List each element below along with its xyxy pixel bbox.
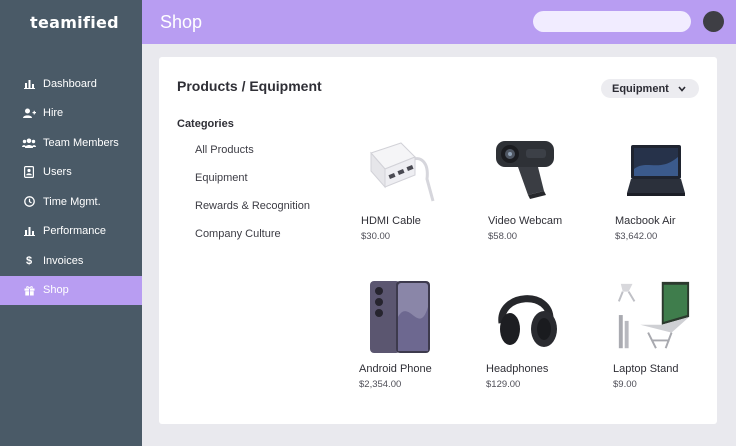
- product-name: Video Webcam: [488, 215, 563, 227]
- sidebar-item-label: Team Members: [43, 136, 119, 149]
- product-card-hdmi-cable[interactable]: HDMI Cable $30.00: [361, 129, 471, 242]
- sidebar-item-shop[interactable]: Shop: [0, 275, 142, 305]
- product-card-headphones[interactable]: Headphones $129.00: [486, 277, 596, 390]
- brand-logo[interactable]: teamified: [0, 0, 142, 44]
- clock-icon: [22, 195, 36, 209]
- product-price: $58.00: [488, 231, 518, 242]
- chart-icon: [22, 224, 36, 238]
- product-card-laptop-stand[interactable]: Laptop Stand $9.00: [613, 277, 723, 390]
- gift-icon: [22, 283, 36, 297]
- sidebar-item-time-mgmt[interactable]: Time Mgmt.: [0, 187, 142, 217]
- sidebar-item-users[interactable]: Users: [0, 158, 142, 188]
- product-image-laptop: [615, 129, 695, 209]
- product-card-macbook-air[interactable]: Macbook Air $3,642.00: [615, 129, 725, 242]
- product-image-headphones: [486, 277, 566, 357]
- product-card-video-webcam[interactable]: Video Webcam $58.00: [488, 129, 598, 242]
- product-image-hdmi-adapter: [361, 129, 441, 209]
- product-name: Laptop Stand: [613, 363, 679, 375]
- breadcrumb: Products / Equipment: [177, 78, 322, 94]
- category-link-company-culture[interactable]: Company Culture: [195, 228, 310, 256]
- product-image-phone: [359, 277, 439, 357]
- user-plus-icon: [22, 106, 36, 120]
- avatar[interactable]: [703, 11, 724, 32]
- product-name: Android Phone: [359, 363, 432, 375]
- sidebar-item-performance[interactable]: Performance: [0, 217, 142, 247]
- category-link-all-products[interactable]: All Products: [195, 144, 310, 172]
- sidebar-item-label: Performance: [43, 225, 106, 238]
- product-image-laptop-stand: [613, 277, 693, 357]
- sidebar-item-label: Dashboard: [43, 77, 97, 90]
- product-price: $30.00: [361, 231, 391, 242]
- product-price: $2,354.00: [359, 379, 402, 390]
- product-card-android-phone[interactable]: Android Phone $2,354.00: [359, 277, 469, 390]
- main-card: Products / Equipment Equipment Categorie…: [159, 57, 717, 424]
- categories-heading: Categories: [177, 118, 234, 130]
- sidebar-item-invoices[interactable]: $ Invoices: [0, 246, 142, 276]
- sidebar: teamified Dashboard Hire Team Members Us…: [0, 0, 142, 446]
- search-input[interactable]: [533, 11, 691, 32]
- product-name: Macbook Air: [615, 215, 676, 227]
- page-title: Shop: [160, 12, 203, 32]
- sidebar-item-label: Users: [43, 166, 72, 179]
- category-link-equipment[interactable]: Equipment: [195, 172, 310, 200]
- product-name: Headphones: [486, 363, 549, 375]
- chevron-down-icon: [677, 84, 687, 94]
- id-card-icon: [22, 165, 36, 179]
- product-price: $129.00: [486, 379, 521, 390]
- sidebar-item-label: Invoices: [43, 254, 84, 267]
- sidebar-nav: Dashboard Hire Team Members Users Time M…: [0, 69, 142, 305]
- users-icon: [22, 136, 36, 150]
- sidebar-item-label: Time Mgmt.: [43, 195, 101, 208]
- category-dropdown[interactable]: Equipment: [601, 79, 699, 98]
- sidebar-item-team-members[interactable]: Team Members: [0, 128, 142, 158]
- product-image-webcam: [488, 129, 568, 209]
- sidebar-item-label: Hire: [43, 107, 64, 120]
- sidebar-item-label: Shop: [43, 284, 69, 297]
- product-name: HDMI Cable: [361, 215, 421, 227]
- category-link-rewards-recognition[interactable]: Rewards & Recognition: [195, 200, 310, 228]
- sidebar-item-hire[interactable]: Hire: [0, 99, 142, 129]
- dollar-icon: $: [25, 254, 33, 267]
- sidebar-item-dashboard[interactable]: Dashboard: [0, 69, 142, 99]
- top-bar: Shop: [142, 0, 736, 44]
- chart-icon: [22, 77, 36, 91]
- dropdown-value: Equipment: [612, 82, 669, 95]
- product-price: $9.00: [613, 379, 637, 390]
- categories-list: All Products Equipment Rewards & Recogni…: [195, 144, 310, 256]
- product-price: $3,642.00: [615, 231, 658, 242]
